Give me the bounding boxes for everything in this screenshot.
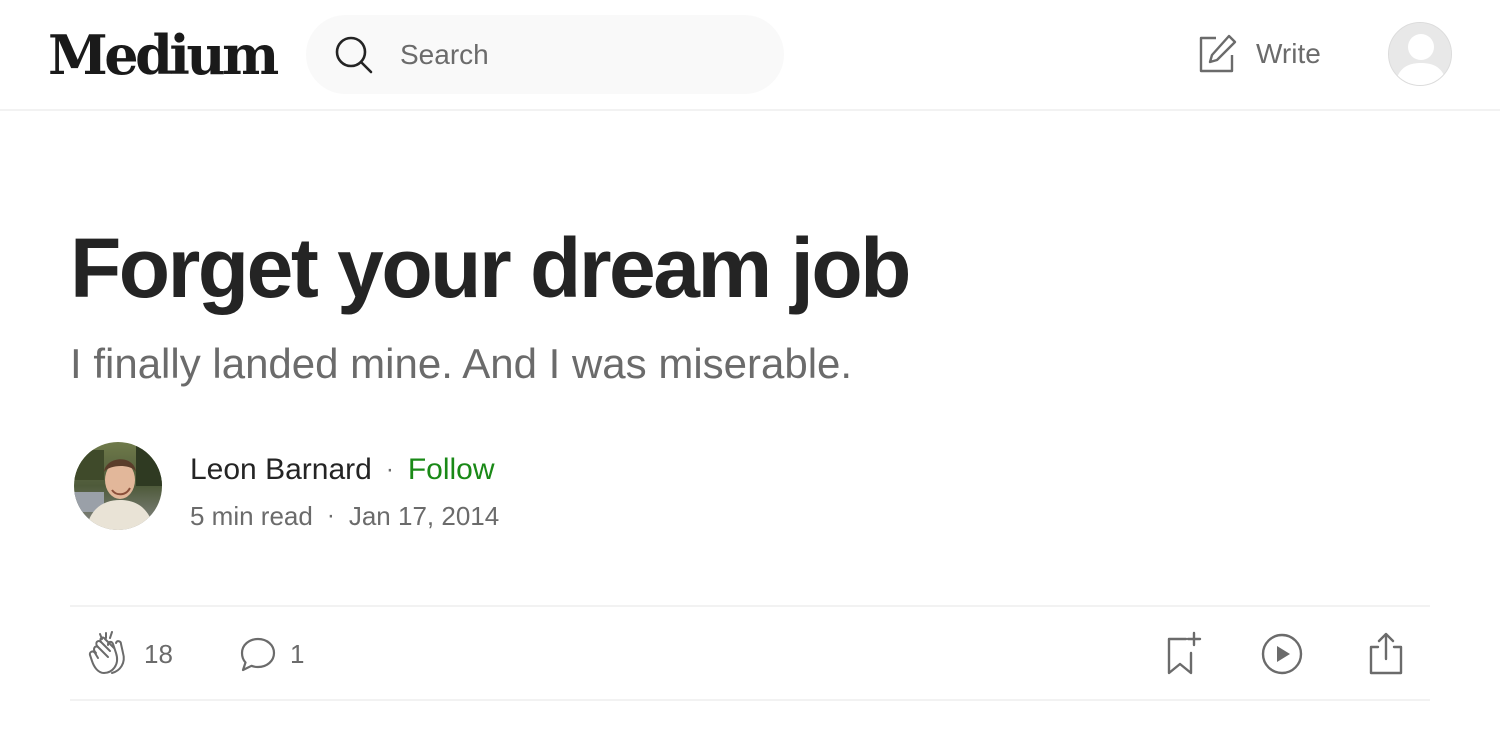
search-icon (335, 36, 373, 74)
write-icon (1199, 34, 1237, 73)
separator-dot: · (385, 456, 394, 483)
clap-icon (88, 631, 125, 674)
user-avatar[interactable] (1388, 22, 1452, 86)
user-silhouette-icon (1389, 23, 1451, 85)
search-input[interactable] (400, 33, 760, 77)
article-action-bar: 18 1 (70, 605, 1430, 701)
read-time: 5 min read (190, 500, 313, 531)
article-title: Forget your dream job (70, 221, 911, 315)
share-button[interactable] (1366, 629, 1406, 679)
clap-count: 18 (144, 638, 173, 669)
play-circle-icon (1261, 633, 1303, 675)
listen-button[interactable] (1260, 629, 1304, 679)
publish-date: Jan 17, 2014 (348, 500, 500, 531)
article-meta: 5 min read · Jan 17, 2014 (190, 498, 499, 534)
comment-count: 1 (290, 638, 305, 669)
author-avatar[interactable] (74, 442, 162, 530)
clap-button[interactable]: 18 (88, 629, 173, 679)
medium-logo[interactable]: Medium (48, 22, 279, 88)
follow-button[interactable]: Follow (408, 453, 495, 487)
share-icon (1369, 632, 1403, 675)
author-name[interactable]: Leon Barnard (190, 453, 372, 487)
separator-dot: · (326, 502, 335, 529)
comment-icon (240, 637, 276, 672)
write-button[interactable]: Write (1196, 30, 1321, 78)
comment-button[interactable]: 1 (238, 629, 304, 679)
top-navigation-bar: Medium Write (0, 0, 1500, 111)
write-label: Write (1256, 38, 1321, 69)
search-bar[interactable] (306, 15, 784, 94)
bookmark-add-icon (1167, 631, 1202, 675)
save-button[interactable] (1164, 629, 1204, 679)
article-subtitle: I finally landed mine. And I was miserab… (70, 340, 853, 387)
author-photo-image (74, 442, 162, 530)
author-line: Leon Barnard · Follow (190, 450, 495, 490)
